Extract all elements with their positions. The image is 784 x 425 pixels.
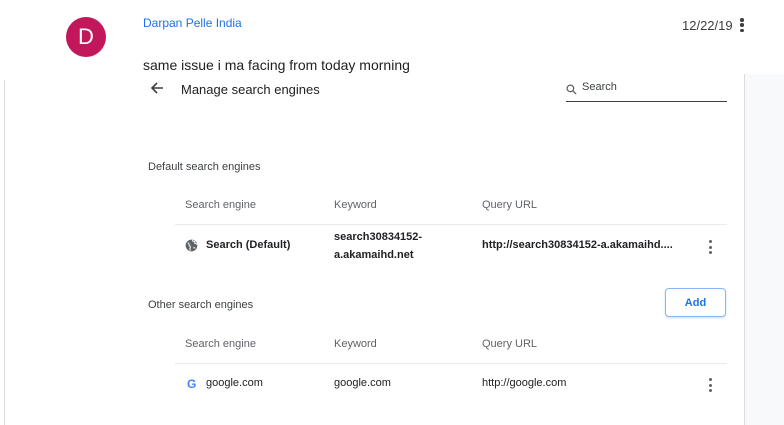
screenshot-scroll-strip: [745, 74, 784, 425]
column-header-keyword: Keyword: [334, 338, 377, 350]
divider: [175, 224, 727, 225]
avatar-letter: D: [78, 24, 94, 49]
engine-name: Search (Default): [206, 239, 291, 251]
column-header-query-url: Query URL: [482, 199, 538, 211]
google-g-icon: G: [187, 377, 197, 391]
column-header-keyword: Keyword: [334, 199, 377, 211]
engine-query-url: http://search30834152-a.akamaihd....: [482, 239, 673, 251]
post-body: same issue i ma facing from today mornin…: [143, 57, 410, 73]
engine-name: google.com: [206, 377, 263, 389]
other-section-label: Other search engines: [148, 299, 254, 311]
divider: [175, 363, 727, 364]
page-title: Manage search engines: [181, 82, 320, 97]
more-vert-icon[interactable]: [702, 376, 718, 394]
screenshot-frame-left: [4, 80, 5, 425]
column-header-search-engine: Search engine: [185, 338, 256, 350]
default-section-label: Default search engines: [148, 161, 261, 173]
avatar[interactable]: D: [66, 17, 106, 57]
engine-keyword: google.com: [334, 377, 391, 389]
globe-icon: [185, 239, 198, 252]
engine-keyword-line2: a.akamaihd.net: [334, 249, 414, 261]
engine-keyword-line1: search30834152-: [334, 231, 423, 243]
more-vert-icon[interactable]: [702, 238, 718, 256]
add-button[interactable]: Add: [665, 288, 726, 317]
column-header-search-engine: Search engine: [185, 199, 256, 211]
arrow-back-icon[interactable]: [150, 80, 164, 100]
author-name-link[interactable]: Darpan Pelle India: [143, 16, 242, 30]
column-header-query-url: Query URL: [482, 338, 538, 350]
search-icon: [566, 82, 578, 95]
engine-query-url: http://google.com: [482, 377, 567, 389]
search-input[interactable]: [582, 81, 722, 93]
more-vert-icon[interactable]: [734, 16, 750, 34]
post-date: 12/22/19: [682, 18, 733, 33]
search-box[interactable]: [566, 80, 727, 102]
